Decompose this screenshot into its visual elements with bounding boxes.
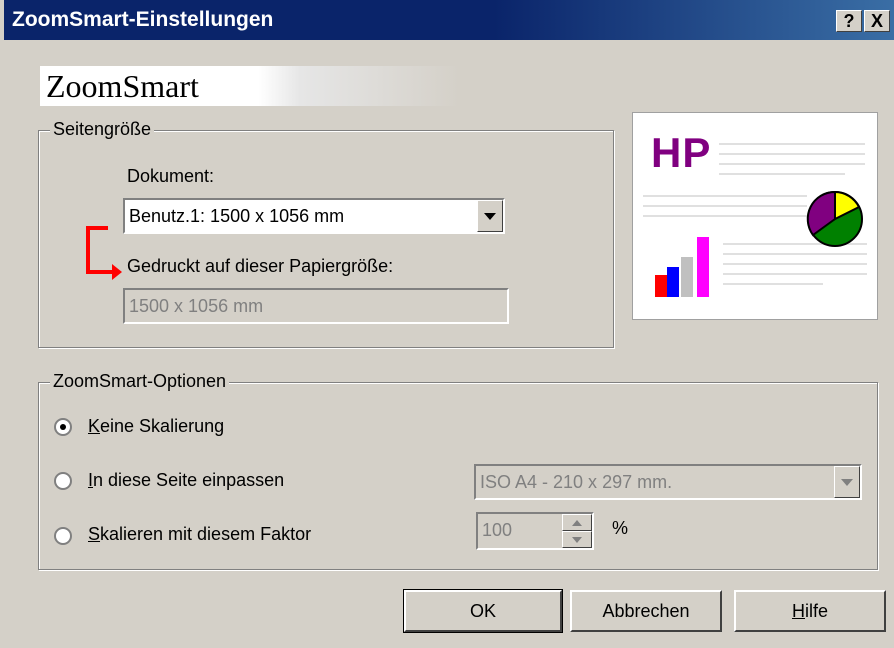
chevron-down-icon: [484, 212, 496, 220]
help-mnemonic: H: [791, 600, 805, 621]
spinner-buttons: [562, 514, 592, 548]
text-line: [719, 153, 865, 155]
paper-size-select: ISO A4 - 210 x 297 mm.: [474, 464, 862, 500]
scale-factor-text: kalieren mit diesem Faktor: [100, 524, 312, 544]
help-button[interactable]: Hilfe: [734, 590, 886, 632]
close-title-button[interactable]: X: [864, 10, 890, 32]
no-scaling-mnemonic: K: [88, 416, 101, 436]
zoomsmart-banner: ZoomSmart: [40, 66, 460, 106]
fit-page-radio[interactable]: [54, 472, 72, 490]
ok-button[interactable]: OK: [403, 589, 563, 633]
scale-factor-value: 100: [482, 520, 513, 540]
arrow-down-icon: [572, 537, 582, 543]
cancel-button[interactable]: Abbrechen: [570, 590, 722, 632]
percent-unit: %: [612, 518, 629, 538]
paper-size-value: ISO A4 - 210 x 297 mm.: [480, 472, 673, 492]
text-line: [723, 253, 867, 255]
preview-image: HP: [632, 112, 878, 320]
document-label: Dokument:: [127, 166, 215, 186]
options-legend: ZoomSmart-Optionen: [50, 371, 230, 392]
printed-size-value: 1500 x 1056 mm: [129, 296, 264, 316]
text-line: [643, 215, 807, 217]
title-bar[interactable]: ZoomSmart-Einstellungen ? X: [4, 0, 894, 40]
scale-factor-radio[interactable]: [54, 527, 72, 545]
dialog-window: ZoomSmart-Einstellungen ? X ZoomSmart Se…: [0, 0, 894, 648]
printed-size-field: 1500 x 1056 mm: [123, 288, 509, 324]
help-title-button[interactable]: ?: [836, 10, 862, 32]
red-bracket-arrow-icon: [86, 226, 122, 280]
pie-chart-icon: [806, 190, 863, 247]
document-size-select[interactable]: Benutz.1: 1500 x 1056 mm: [123, 198, 505, 234]
bar-chart-icon: [655, 237, 709, 297]
text-line: [719, 163, 865, 165]
fit-page-text: n diese Seite einpassen: [93, 470, 285, 490]
no-scaling-label[interactable]: Keine Skalierung: [88, 416, 224, 437]
text-line: [719, 143, 865, 145]
printed-size-label: Gedruckt auf dieser Papiergröße:: [127, 256, 394, 276]
scale-factor-spinner: 100: [476, 512, 594, 550]
hp-logo: HP: [651, 129, 712, 176]
page-size-legend: Seitengröße: [50, 119, 155, 140]
fit-page-label[interactable]: In diese Seite einpassen: [88, 470, 284, 491]
document-size-value: Benutz.1: 1500 x 1056 mm: [129, 206, 345, 226]
scale-factor-mnemonic: S: [88, 524, 101, 544]
text-line: [643, 205, 807, 207]
help-text: ilfe: [804, 600, 828, 621]
text-line: [723, 263, 867, 265]
paper-size-dropdown-button: [834, 466, 860, 498]
text-line: [719, 173, 845, 175]
scale-factor-label[interactable]: Skalieren mit diesem Faktor: [88, 524, 311, 545]
document-dropdown-button[interactable]: [477, 200, 503, 232]
text-line: [723, 273, 867, 275]
text-line: [643, 195, 807, 197]
spin-down-button: [562, 531, 592, 548]
window-title: ZoomSmart-Einstellungen: [12, 8, 274, 31]
spin-up-button: [562, 514, 592, 531]
banner-brand: ZoomSmart: [46, 68, 199, 104]
text-line: [723, 283, 823, 285]
no-scaling-text: eine Skalierung: [100, 416, 225, 436]
chevron-down-icon: [841, 478, 853, 486]
arrow-up-icon: [572, 520, 582, 526]
no-scaling-radio[interactable]: [54, 418, 72, 436]
